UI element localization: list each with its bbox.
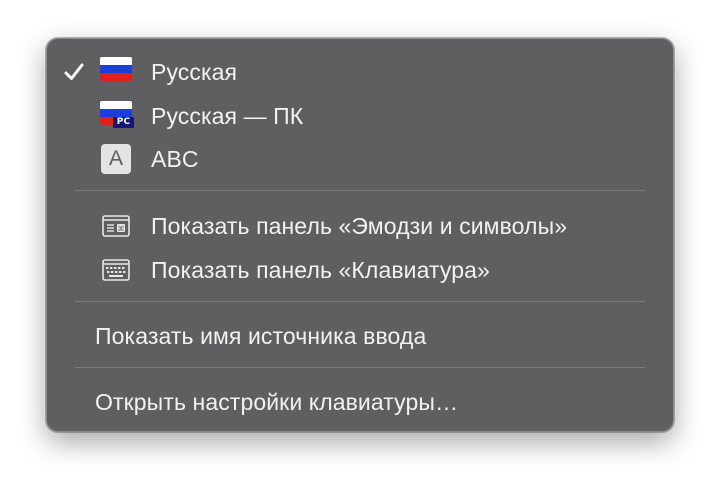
menu-item-russian-pc[interactable]: PC Русская — ПК	[47, 96, 673, 136]
keyboard-viewer-icon	[102, 259, 130, 281]
menu-item-label: Русская — ПК	[151, 102, 304, 129]
menu-item-abc[interactable]: A ABC	[47, 139, 673, 179]
menu-item-show-emoji-viewer[interactable]: ⌘ Показать панель «Эмодзи и символы»	[47, 206, 673, 246]
input-source-menu: Русская PC Русская — ПК A ABC ⌘ Показать…	[46, 38, 674, 432]
menu-item-label: Русская	[151, 58, 238, 85]
menu-item-label: Открыть настройки клавиатуры…	[95, 388, 459, 415]
menu-item-show-input-source-name[interactable]: Показать имя источника ввода	[47, 316, 673, 356]
svg-text:⌘: ⌘	[117, 225, 124, 233]
menu-item-russian[interactable]: Русская	[47, 52, 673, 92]
emoji-viewer-icon: ⌘	[102, 215, 130, 237]
menu-item-open-keyboard-settings[interactable]: Открыть настройки клавиатуры…	[47, 382, 673, 422]
menu-item-label: Показать панель «Клавиатура»	[151, 256, 490, 283]
pc-badge: PC	[113, 117, 134, 128]
menu-separator	[75, 301, 645, 302]
checkmark-icon	[64, 63, 84, 80]
abc-icon: A	[101, 144, 131, 174]
russian-flag-icon	[100, 57, 132, 81]
menu-item-show-keyboard-viewer[interactable]: Показать панель «Клавиатура»	[47, 250, 673, 290]
menu-separator	[75, 190, 645, 191]
menu-item-label: Показать панель «Эмодзи и символы»	[151, 212, 568, 239]
menu-separator	[75, 367, 645, 368]
menu-item-label: Показать имя источника ввода	[95, 322, 427, 349]
menu-item-label: ABC	[151, 145, 199, 172]
